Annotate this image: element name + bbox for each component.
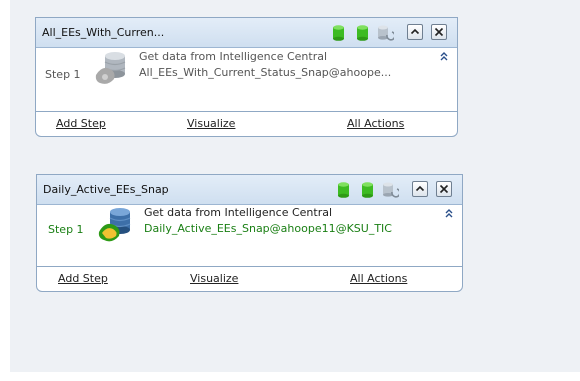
database-step-icon — [93, 51, 133, 87]
step-label: Step 1 — [48, 223, 84, 236]
step-source-text: All_EEs_With_Current_Status_Snap@ahoope.… — [139, 66, 392, 79]
gray-database-refresh-icon[interactable] — [383, 182, 399, 198]
step-row[interactable]: Step 1 Get data from Intelligence Centra… — [36, 48, 457, 89]
close-button[interactable] — [436, 181, 452, 197]
green-database-icon[interactable] — [333, 25, 344, 41]
double-chevron-up-icon[interactable] — [444, 208, 454, 218]
all-actions-link[interactable]: All Actions — [350, 272, 407, 285]
step-action-text: Get data from Intelligence Central — [139, 50, 328, 63]
step-action-text: Get data from Intelligence Central — [144, 206, 333, 219]
header-icons — [331, 24, 451, 42]
step-row[interactable]: Step 1 Get data from Intelligence Centra… — [37, 205, 462, 246]
card-title: Daily_Active_EEs_Snap — [43, 183, 169, 196]
close-button[interactable] — [431, 24, 447, 40]
database-step-icon — [96, 207, 138, 245]
analysis-card: Daily_Active_EEs_Snap Step 1 Get data fr… — [36, 174, 463, 292]
collapse-up-button[interactable] — [407, 24, 423, 40]
analysis-card: All_EEs_With_Curren... Step 1 Get data f… — [35, 17, 458, 137]
add-step-link[interactable]: Add Step — [58, 272, 108, 285]
green-database-icon[interactable] — [362, 182, 373, 198]
card-title: All_EEs_With_Curren... — [42, 26, 165, 39]
double-chevron-up-icon[interactable] — [439, 51, 449, 61]
visualize-link[interactable]: Visualize — [190, 272, 238, 285]
card-footer: Add Step Visualize All Actions — [37, 266, 462, 291]
all-actions-link[interactable]: All Actions — [347, 117, 404, 130]
collapse-up-button[interactable] — [412, 181, 428, 197]
green-database-icon[interactable] — [357, 25, 368, 41]
green-database-icon[interactable] — [338, 182, 349, 198]
card-header: All_EEs_With_Curren... — [36, 18, 457, 48]
header-icons — [336, 181, 456, 199]
step-label: Step 1 — [45, 68, 81, 81]
step-source-text: Daily_Active_EEs_Snap@ahoope11@KSU_TIC — [144, 222, 392, 235]
add-step-link[interactable]: Add Step — [56, 117, 106, 130]
workspace-canvas: All_EEs_With_Curren... Step 1 Get data f… — [10, 0, 580, 372]
gray-database-refresh-icon[interactable] — [378, 25, 394, 41]
card-header: Daily_Active_EEs_Snap — [37, 175, 462, 205]
visualize-link[interactable]: Visualize — [187, 117, 235, 130]
card-footer: Add Step Visualize All Actions — [36, 111, 457, 136]
